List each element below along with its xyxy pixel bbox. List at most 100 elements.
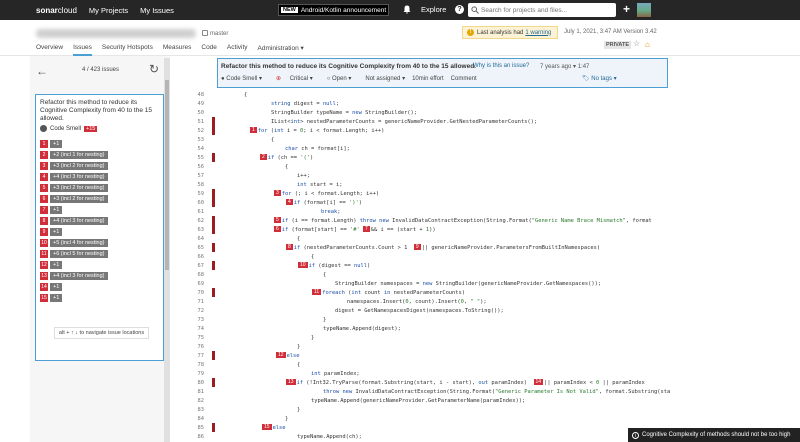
issue-age[interactable]: 7 years ago ▾ 1:47: [540, 63, 589, 70]
code-line: 82 typeName.Append(genericNameProvider.G…: [197, 397, 526, 404]
nav-explore[interactable]: Explore: [421, 5, 446, 14]
code-line: 52 1 for (int i = 0; i < format.Length; i+…: [197, 126, 385, 135]
code-line: 68 {: [197, 271, 327, 278]
news-text: Android/Kotlin announcement: [300, 6, 387, 14]
back-arrow-icon[interactable]: ←: [36, 64, 48, 78]
analysis-date: July 1, 2021, 3:47 AM Version 3.42: [564, 29, 657, 35]
code-line: 79 int paramIndex;: [197, 370, 360, 377]
issue-header-title[interactable]: Refactor this method to reduce its Cogni…: [221, 63, 476, 70]
search-input[interactable]: [481, 6, 611, 14]
issue-type: Code Smell +15: [40, 125, 98, 132]
code-line: 83 }: [197, 406, 301, 413]
location-item[interactable]: 4 +4 (incl 3 for nesting): [40, 172, 108, 182]
reload-icon[interactable]: ↻: [149, 62, 159, 76]
location-item[interactable]: 13 +4 (incl 3 for nesting): [40, 271, 108, 281]
code-line: 61 break;: [197, 208, 341, 215]
nav-my-projects[interactable]: My Projects: [89, 6, 128, 15]
code-line: 67 10 if (digest == null): [197, 261, 371, 270]
code-line: 75 }: [197, 334, 315, 341]
code-smell-icon: [40, 125, 47, 132]
branch-icon: [202, 30, 208, 36]
type-selector[interactable]: ● Code Smell ▾: [221, 75, 269, 82]
location-item[interactable]: 9 +1: [40, 227, 108, 237]
code-line: 56 {: [197, 163, 289, 170]
code-line: 66 {: [197, 253, 315, 260]
code-line: 71 namespaces.Insert(0, count).Insert(0,…: [197, 298, 487, 305]
code-line: 65 8 if (nestedParameterCounts.Count > 1 9…: [197, 243, 601, 252]
code-line: 81 throw new InvalidDataContractExceptio…: [197, 388, 671, 395]
new-tag: NEW: [281, 7, 298, 13]
code-line: 57 i++;: [197, 172, 310, 179]
tab-code[interactable]: Code: [201, 44, 217, 56]
branch-selector[interactable]: master: [202, 30, 228, 37]
tab-administration[interactable]: Administration ▾: [258, 44, 304, 56]
extra-locations-badge: +15: [84, 125, 98, 132]
code-line: 72 digest = GetNamespacesDigest(namespac…: [197, 307, 504, 314]
code-line: 70 11 foreach (int count in nestedParamete…: [197, 288, 466, 297]
plus-icon[interactable]: +: [623, 2, 630, 16]
bell-icon[interactable]: [403, 5, 411, 14]
status-selector[interactable]: ○ Open ▾: [327, 75, 359, 82]
severity-selector[interactable]: ⊕ Critical ▾: [276, 75, 320, 82]
comment-button[interactable]: Comment: [451, 76, 477, 82]
location-item[interactable]: 10 +5 (incl 4 for nesting): [40, 238, 108, 248]
tab-measures[interactable]: Measures: [163, 44, 192, 56]
tags-selector[interactable]: 🏷 No tags ▾: [582, 75, 617, 82]
search-box[interactable]: [468, 3, 616, 17]
issue-locations: 1 +1 2 +2 (incl 1 for nesting) 3 +3 (incl 2…: [40, 139, 108, 304]
analysis-warning: ! Last analysis had 1 warning: [462, 26, 558, 39]
location-item[interactable]: 7 +1: [40, 205, 108, 215]
scrollbar-thumb[interactable]: [165, 80, 169, 270]
why-link[interactable]: Why is this an issue?: [473, 63, 529, 69]
code-line: 53 {: [197, 136, 275, 143]
code-line: 80 13 if (!Int32.TryParse(format.Substring…: [197, 378, 645, 387]
navigation-hint: alt + ↑ ↓ to navigate issue locations: [54, 327, 149, 339]
issues-sidebar: ← 4 / 423 issues ↻ Refactor this method …: [30, 56, 170, 442]
tab-issues[interactable]: Issues: [73, 44, 92, 56]
news-announcement[interactable]: NEW Android/Kotlin announcement: [278, 4, 389, 16]
location-item[interactable]: 1 +1: [40, 139, 108, 149]
home-icon[interactable]: ⌂: [645, 40, 650, 49]
code-line: 62 5 if (i == format.Length) throw new Inv…: [197, 216, 652, 225]
nav-my-issues[interactable]: My Issues: [140, 6, 174, 15]
location-item[interactable]: 14 +1: [40, 282, 108, 292]
location-item[interactable]: 12 +1: [40, 260, 108, 270]
rule-tooltip[interactable]: i Cognitive Complexity of methods should…: [628, 428, 800, 442]
code-line: 69 StringBuilder namespaces = new String…: [197, 280, 602, 287]
code-line: 64 {: [197, 235, 301, 242]
issue-title[interactable]: Refactor this method to reduce its Cogni…: [40, 99, 160, 123]
sonarcloud-logo[interactable]: sonarcloud: [36, 6, 77, 15]
code-line: 77 12 else: [197, 351, 300, 360]
project-name-redacted: [36, 29, 196, 38]
sidebar-scrollbar[interactable]: [164, 58, 170, 442]
project-tabs: Overview Issues Security Hotspots Measur…: [36, 44, 314, 56]
issue-card[interactable]: Refactor this method to reduce its Cogni…: [35, 94, 164, 361]
issue-count: 4 / 423 issues: [82, 67, 120, 73]
tab-overview[interactable]: Overview: [36, 44, 63, 56]
tab-security-hotspots[interactable]: Security Hotspots: [102, 44, 153, 56]
location-item[interactable]: 2 +2 (incl 1 for nesting): [40, 150, 108, 160]
code-line: 59 3 for (; i < format.Length; i++): [197, 189, 380, 198]
avatar[interactable]: [637, 3, 651, 17]
code-line: 55 2 if (ch == '('): [197, 153, 314, 162]
star-icon[interactable]: ☆: [633, 39, 640, 48]
help-icon[interactable]: ?: [455, 5, 464, 14]
project-header: master ! Last analysis had 1 warning Jul…: [0, 20, 800, 56]
private-badge: PRIVATE: [604, 41, 632, 49]
code-line: 78 {: [197, 361, 301, 368]
assignee-selector[interactable]: Not assigned ▾: [365, 75, 405, 82]
location-item[interactable]: 3 +3 (incl 2 for nesting): [40, 161, 108, 171]
code-line: 74 typeName.Append(digest);: [197, 325, 401, 332]
location-item[interactable]: 5 +3 (incl 2 for nesting): [40, 183, 108, 193]
location-item[interactable]: 15 +1: [40, 293, 108, 303]
warning-link[interactable]: 1 warning: [525, 30, 551, 36]
search-icon: [471, 6, 479, 14]
code-viewer: 48{ 49 string digest = null; 50 StringBu…: [180, 90, 800, 442]
location-item[interactable]: 8 +4 (incl 3 for nesting): [40, 216, 108, 226]
code-line: 54 char ch = format[i];: [197, 145, 350, 152]
tab-activity[interactable]: Activity: [227, 44, 248, 56]
warning-icon: !: [467, 29, 474, 36]
location-item[interactable]: 6 +3 (incl 2 for nesting): [40, 194, 108, 204]
code-line: 60 4 if (format[i] == ')'): [197, 198, 362, 207]
location-item[interactable]: 11 +6 (incl 5 for nesting): [40, 249, 108, 259]
